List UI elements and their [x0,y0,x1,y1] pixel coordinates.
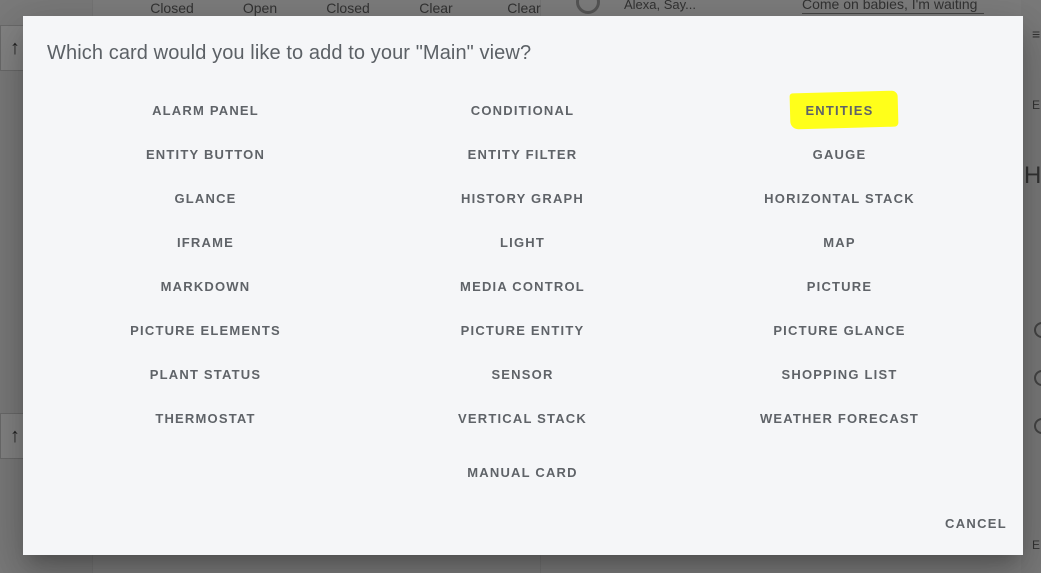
bg-status-item: Closed [326,0,370,16]
card-option-picture[interactable]: PICTURE [681,270,998,302]
manual-card-label: MANUAL CARD [467,464,578,480]
bg-status-item: Closed [150,0,194,16]
card-option-thermostat[interactable]: THERMOSTAT [47,402,364,434]
card-option-label: CONDITIONAL [470,102,575,118]
card-option-light[interactable]: LIGHT [364,226,681,258]
card-option-label: PICTURE GLANCE [773,322,906,338]
card-option-entity-filter[interactable]: ENTITY FILTER [364,138,681,170]
card-option-label: GLANCE [174,190,237,206]
card-option-label: ENTITY FILTER [467,146,578,162]
card-option-label: SENSOR [491,366,554,382]
card-option-picture-elements[interactable]: PICTURE ELEMENTS [47,314,364,346]
card-option-label: VERTICAL STACK [458,410,587,426]
card-option-label: HORIZONTAL STACK [764,190,915,206]
card-option-label: PLANT STATUS [149,366,262,382]
manual-card-button[interactable]: MANUAL CARD [364,456,681,488]
card-option-entities[interactable]: ENTITIES [681,94,998,126]
menu-icon: ≡ [1032,26,1041,42]
dialog-title: Which card would you like to add to your… [47,42,532,64]
card-option-vertical-stack[interactable]: VERTICAL STACK [364,402,681,434]
bg-sensor-label: Alexa, Say... [624,0,697,12]
card-option-horizontal-stack[interactable]: HORIZONTAL STACK [681,182,998,214]
card-option-label: LIGHT [500,234,545,250]
bg-column-edge [1021,0,1041,573]
card-option-label: MEDIA CONTROL [460,278,585,294]
card-option-label: MAP [823,234,856,250]
card-option-entity-button[interactable]: ENTITY BUTTON [47,138,364,170]
card-option-gauge[interactable]: GAUGE [681,138,998,170]
card-option-markdown[interactable]: MARKDOWN [47,270,364,302]
card-option-glance[interactable]: GLANCE [47,182,364,214]
card-option-label: HISTORY GRAPH [461,190,584,206]
card-option-label: SHOPPING LIST [781,366,898,382]
bg-text-input: Come on babies, I'm waiting [802,0,984,14]
card-option-alarm-panel[interactable]: ALARM PANEL [47,94,364,126]
bg-status-row: Closed Open Closed Clear Clear [128,0,568,16]
card-option-iframe[interactable]: IFRAME [47,226,364,258]
bg-button-label: E [1032,98,1041,112]
card-option-label: MARKDOWN [160,278,251,294]
card-option-shopping-list[interactable]: SHOPPING LIST [681,358,998,390]
card-option-map[interactable]: MAP [681,226,998,258]
bg-status-item: Clear [419,0,453,16]
card-option-label: PICTURE [806,278,873,294]
card-option-label: WEATHER FORECAST [759,410,920,426]
card-option-label: THERMOSTAT [155,410,256,426]
card-option-picture-glance[interactable]: PICTURE GLANCE [681,314,998,346]
card-option-media-control[interactable]: MEDIA CONTROL [364,270,681,302]
card-option-label: PICTURE ENTITY [460,322,585,338]
bg-status-item: Open [242,0,278,16]
card-option-label: IFRAME [176,234,235,250]
bg-heading-letter: H [1024,162,1041,189]
card-option-label: ENTITIES [805,102,874,118]
card-option-sensor[interactable]: SENSOR [364,358,681,390]
card-option-picture-entity[interactable]: PICTURE ENTITY [364,314,681,346]
cancel-button[interactable]: CANCEL [945,510,1007,537]
card-option-plant-status[interactable]: PLANT STATUS [47,358,364,390]
card-option-conditional[interactable]: CONDITIONAL [364,94,681,126]
card-option-history-graph[interactable]: HISTORY GRAPH [364,182,681,214]
bg-status-item: Clear [507,0,541,16]
card-option-label: PICTURE ELEMENTS [130,322,281,338]
card-option-label: ALARM PANEL [152,102,259,118]
bg-button-label: E [1032,538,1041,552]
card-picker-dialog: Which card would you like to add to your… [23,16,1023,555]
card-option-label: GAUGE [812,146,867,162]
card-option-weather-forecast[interactable]: WEATHER FORECAST [681,402,998,434]
card-option-label: ENTITY BUTTON [145,146,266,162]
